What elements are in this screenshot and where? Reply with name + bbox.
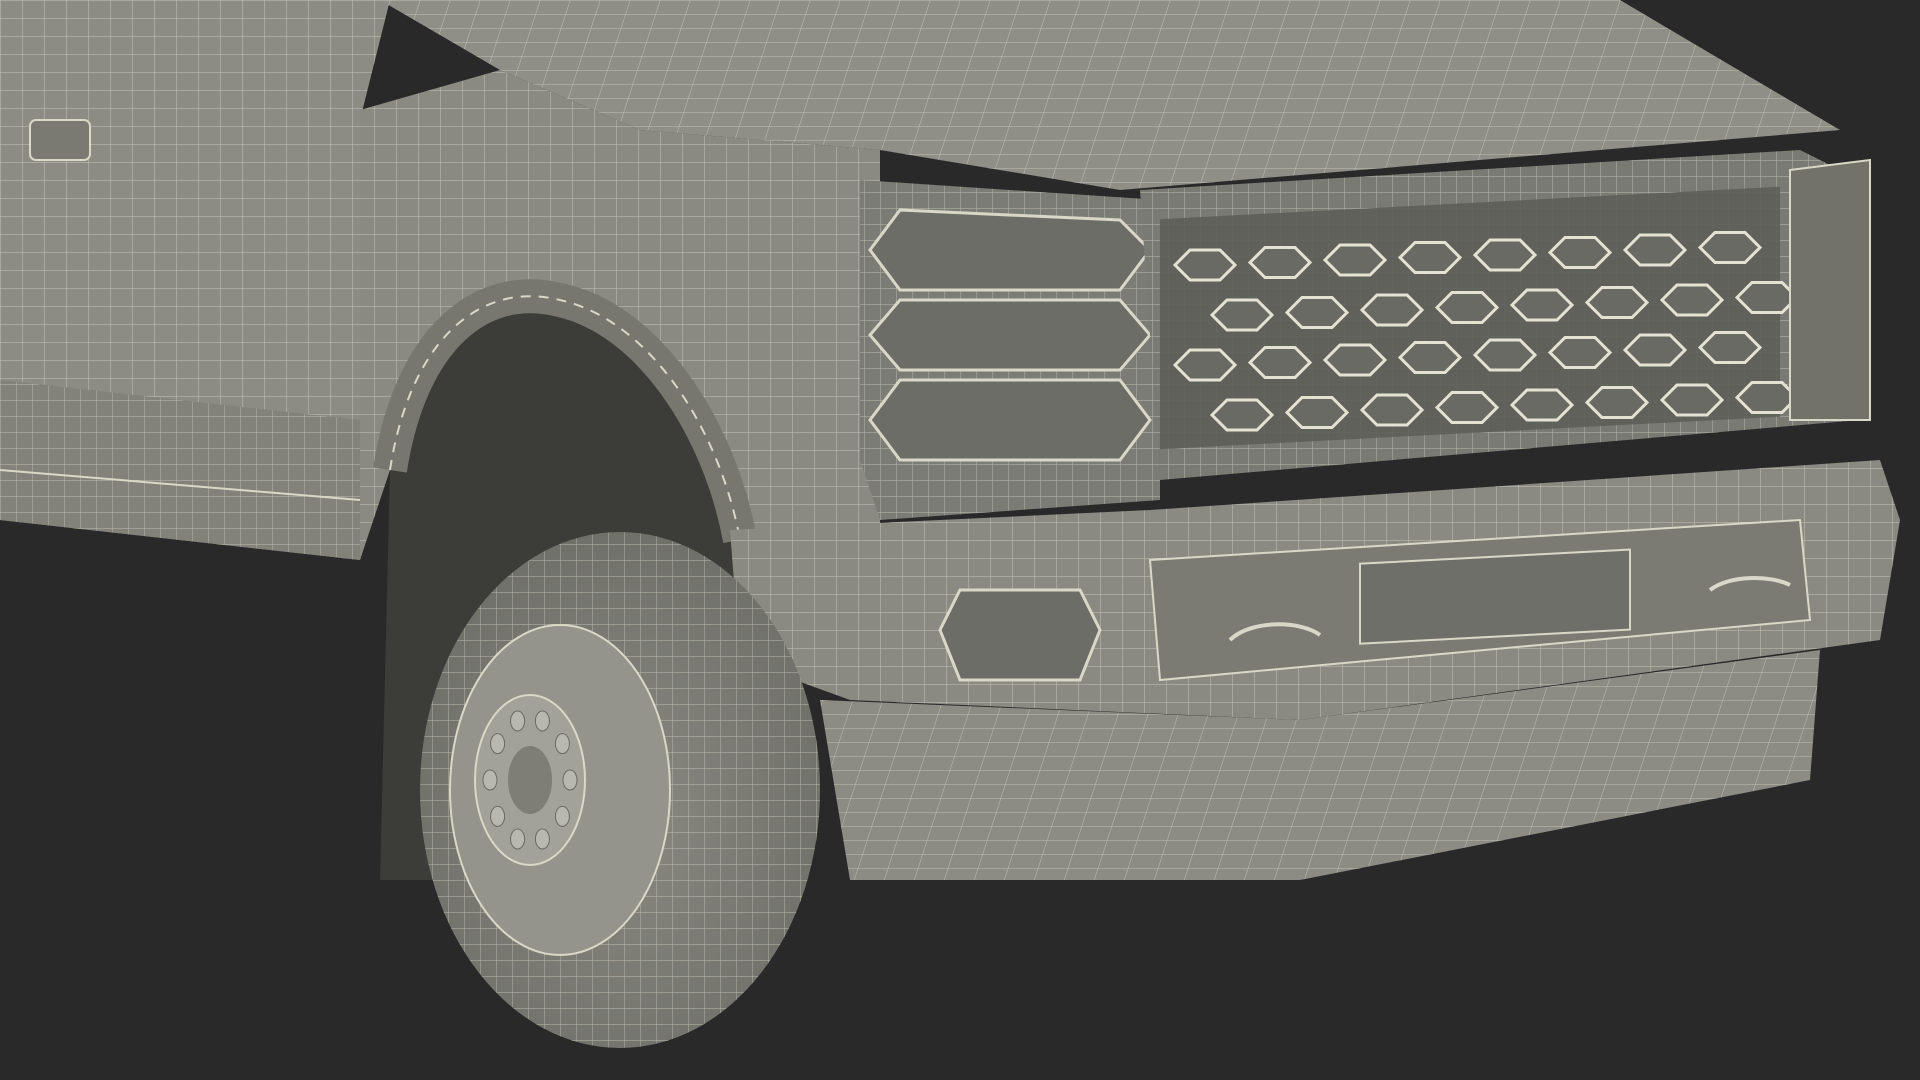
grille-cell	[1547, 236, 1613, 269]
lug-nut	[510, 710, 526, 732]
front-wheel	[420, 532, 820, 1048]
grille-cell	[1209, 398, 1275, 432]
grille-cell	[1472, 238, 1538, 272]
grille-cell	[1359, 293, 1425, 327]
grille-cell	[1584, 386, 1650, 419]
lug-nut	[490, 805, 506, 827]
grille-cell	[1734, 281, 1800, 314]
lug-nut	[490, 733, 506, 755]
grille-cell	[1172, 348, 1238, 382]
lug-nut	[534, 828, 550, 850]
grille-cell	[1359, 393, 1425, 427]
side-body	[0, 0, 390, 560]
grille-cell	[1472, 338, 1538, 372]
grille-cell	[1509, 288, 1575, 322]
headlight-middle	[868, 298, 1152, 372]
grille-cell	[1397, 241, 1463, 274]
grille-cell	[1322, 343, 1388, 377]
grille-cell	[1584, 286, 1650, 319]
grille-cell	[1247, 346, 1313, 379]
grille-cell	[1509, 388, 1575, 422]
grille-cell	[1284, 396, 1350, 429]
lug-nut	[554, 805, 570, 827]
lug-nut	[562, 769, 578, 791]
grille-cell	[1697, 331, 1763, 364]
headlight-lower	[868, 378, 1152, 462]
fog-light	[938, 588, 1102, 682]
grille-cell	[1734, 381, 1800, 414]
grille-cell	[1209, 298, 1275, 332]
grille-cell	[1284, 296, 1350, 329]
grille-cell	[1322, 243, 1388, 277]
grille-cell	[1247, 246, 1313, 279]
grille-cell	[1622, 333, 1688, 367]
lug-nut	[554, 733, 570, 755]
right-headlight	[1789, 158, 1871, 421]
grille-cell	[1547, 336, 1613, 369]
render-viewport	[0, 0, 1920, 1080]
grille-cell	[1659, 383, 1725, 417]
grille-cell	[1172, 248, 1238, 282]
lug-nut	[482, 769, 498, 791]
door-handle	[29, 119, 91, 161]
headlight-upper	[868, 208, 1152, 292]
grille-cell	[1434, 291, 1500, 324]
headlight-assembly	[860, 180, 1160, 520]
grille-cell	[1659, 283, 1725, 317]
grille-cell	[1434, 391, 1500, 424]
truck-wireframe-render	[0, 0, 1920, 1080]
grille-cell	[1697, 231, 1763, 264]
grille-cell	[1622, 233, 1688, 267]
lug-nut	[534, 710, 550, 732]
license-plate-mount	[1359, 548, 1631, 645]
grille-cell	[1397, 341, 1463, 374]
lug-nut	[510, 828, 526, 850]
